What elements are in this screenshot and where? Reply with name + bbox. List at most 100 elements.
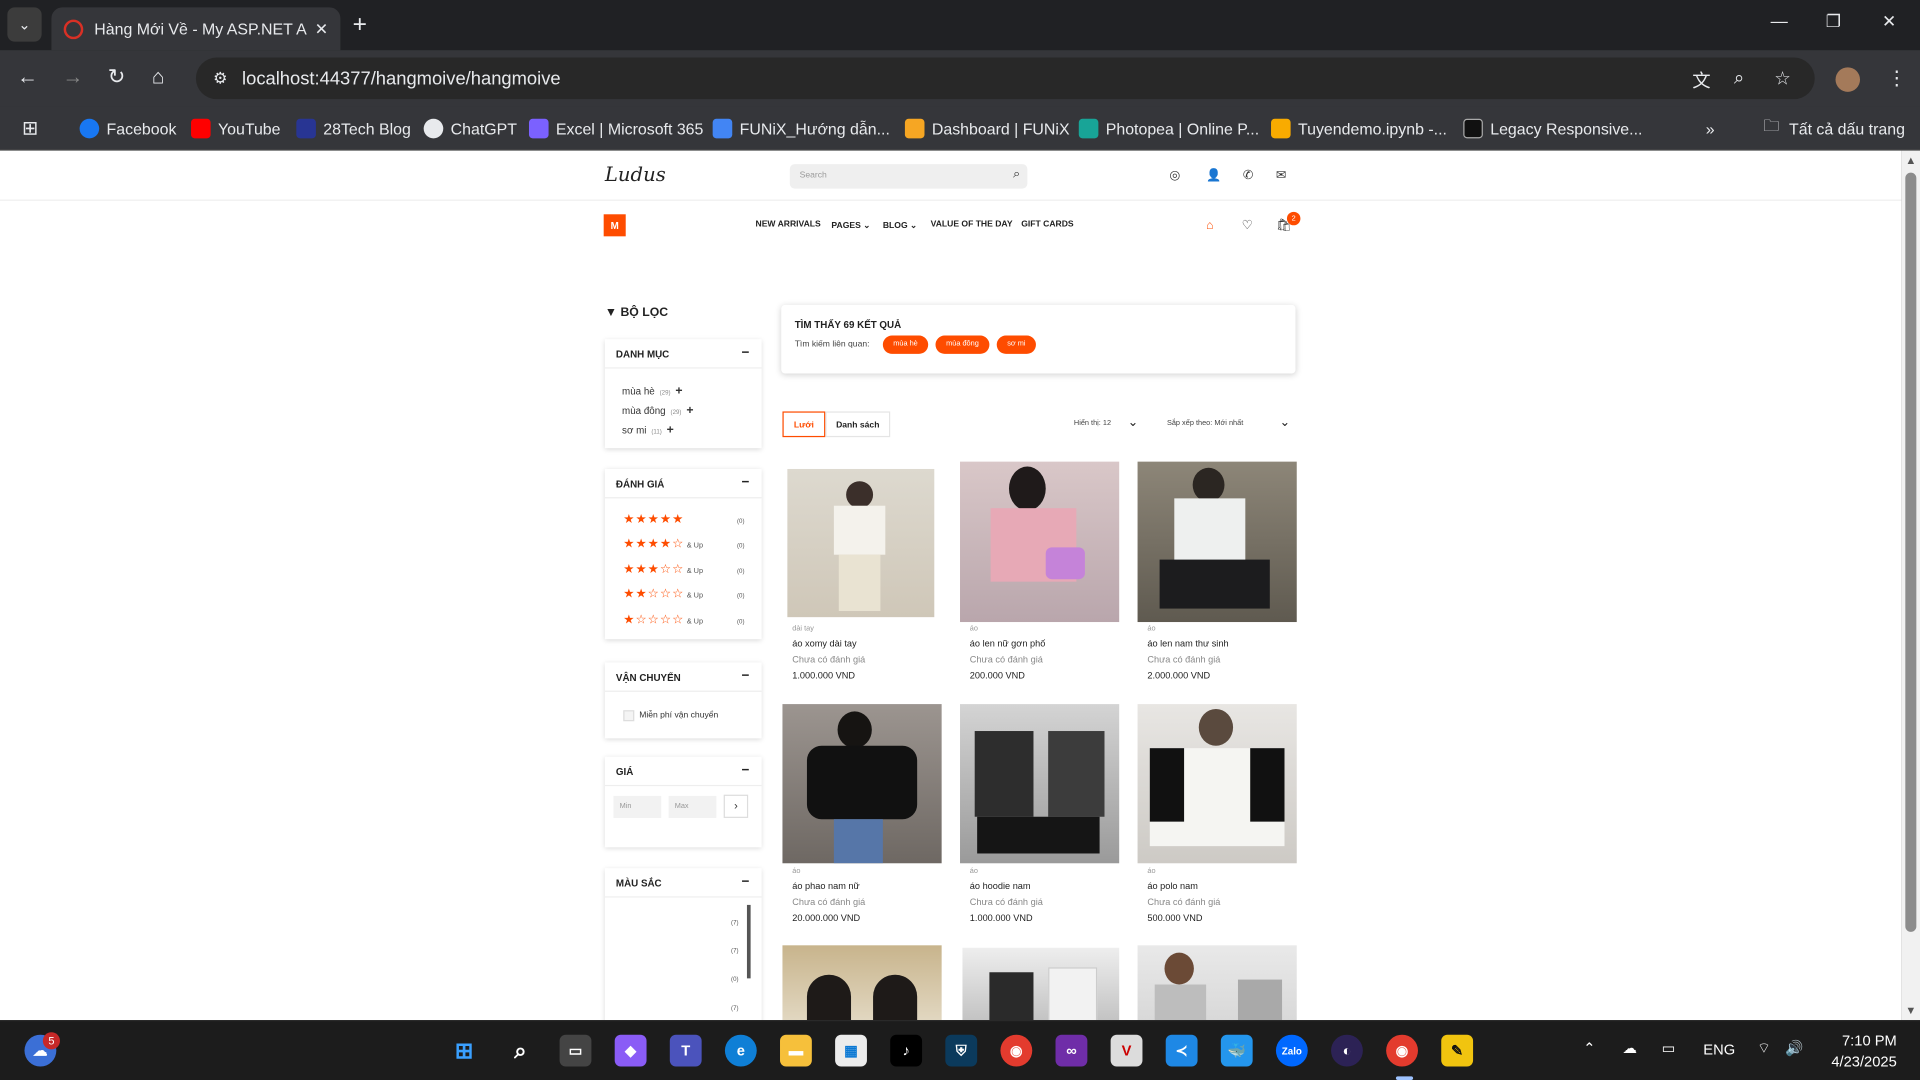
free-shipping-checkbox[interactable] bbox=[623, 710, 635, 722]
product-image[interactable] bbox=[1137, 704, 1297, 864]
zoom-icon[interactable]: ⌕ bbox=[1734, 67, 1744, 88]
expand-plus-icon[interactable]: + bbox=[686, 404, 693, 417]
edge-icon[interactable]: e bbox=[724, 1034, 757, 1067]
search-icon[interactable]: ⌕ bbox=[504, 1035, 536, 1067]
minimize-button[interactable]: — bbox=[1771, 11, 1788, 31]
wifi-icon[interactable]: ⌔ bbox=[1757, 1040, 1771, 1058]
product-name[interactable]: áo phao nam nữ bbox=[792, 880, 865, 891]
product-image[interactable] bbox=[960, 704, 1120, 864]
search-icon[interactable]: ⌕ bbox=[1013, 168, 1020, 181]
collapse-icon[interactable]: − bbox=[742, 475, 750, 490]
site-search-input[interactable]: Search ⌕ bbox=[789, 164, 1028, 189]
list-view-button[interactable]: Danh sách bbox=[825, 411, 891, 438]
related-tag[interactable]: sơ mi bbox=[996, 335, 1036, 354]
volume-icon[interactable]: 🔊 bbox=[1785, 1040, 1803, 1057]
site-logo[interactable]: Ludus bbox=[605, 163, 666, 186]
bookmark-colab[interactable]: Tuyendemo.ipynb -... bbox=[1271, 116, 1447, 140]
product-image[interactable] bbox=[962, 947, 1120, 1021]
category-item[interactable]: mùa hè (29) + bbox=[622, 384, 683, 397]
start-windows-icon[interactable]: ⊞ bbox=[448, 1035, 480, 1067]
page-scrollbar[interactable]: ▲ ▼ bbox=[1901, 150, 1920, 1021]
menu-value-of-the-day[interactable]: VALUE OF THE DAY bbox=[931, 220, 1013, 229]
rating-row[interactable]: ★★★★★ bbox=[623, 513, 686, 526]
bookmark-legacy[interactable]: Legacy Responsive... bbox=[1463, 116, 1642, 140]
chrome-profile-icon[interactable]: ◉ bbox=[1386, 1034, 1418, 1067]
scroll-up-icon[interactable]: ▲ bbox=[1905, 154, 1916, 166]
bookmark-28tech[interactable]: 28Tech Blog bbox=[296, 116, 411, 140]
mail-icon[interactable]: ✉ bbox=[1276, 169, 1286, 182]
product-image[interactable] bbox=[782, 704, 942, 864]
price-filter-header[interactable]: GIÁ − bbox=[604, 757, 762, 787]
sort-select[interactable]: Sắp xếp theo: Mới nhất bbox=[1167, 420, 1243, 427]
menu-blog[interactable]: BLOG ⌄ bbox=[883, 220, 917, 231]
bookmark-chatgpt[interactable]: ChatGPT bbox=[423, 116, 517, 140]
collapse-icon[interactable]: − bbox=[742, 669, 750, 684]
tray-overflow-icon[interactable]: ⌃ bbox=[1583, 1040, 1595, 1057]
category-item[interactable]: sơ mi (11) + bbox=[622, 424, 674, 437]
more-bookmarks-icon[interactable]: » bbox=[1706, 116, 1715, 140]
collapse-icon[interactable]: − bbox=[742, 345, 750, 360]
sticky-notes-icon[interactable]: ✎ bbox=[1441, 1034, 1474, 1067]
eclipse-icon[interactable]: ◐ bbox=[1331, 1034, 1363, 1067]
product-name[interactable]: áo len nữ gơn phố bbox=[970, 638, 1045, 649]
task-view-icon[interactable]: ▭ bbox=[559, 1034, 592, 1067]
copilot-icon[interactable]: ◆ bbox=[614, 1034, 647, 1067]
docker-icon[interactable]: 🐳 bbox=[1220, 1034, 1253, 1067]
scrollbar-thumb[interactable] bbox=[1905, 172, 1917, 932]
all-bookmarks-folder[interactable]: 🗀 Tất cả dấu trang bbox=[1763, 116, 1905, 140]
wishlist-heart-icon[interactable]: ♡ bbox=[1242, 219, 1253, 232]
price-max-input[interactable]: Max bbox=[668, 795, 717, 818]
collapse-icon[interactable]: − bbox=[742, 874, 750, 889]
chevron-down-icon[interactable]: ⌄ bbox=[1128, 416, 1138, 429]
category-item[interactable]: mùa đông (29) + bbox=[622, 404, 693, 417]
related-tag[interactable]: mùa đông bbox=[935, 335, 990, 354]
rating-row[interactable]: ★☆☆☆☆ & Up bbox=[623, 613, 703, 626]
account-icon[interactable]: 👤 bbox=[1206, 169, 1221, 182]
bookmark-excel[interactable]: Excel | Microsoft 365 bbox=[528, 116, 703, 140]
visual-studio-icon[interactable]: ∞ bbox=[1055, 1034, 1088, 1067]
product-image[interactable] bbox=[960, 461, 1120, 623]
product-name[interactable]: áo len nam thư sinh bbox=[1147, 638, 1228, 649]
expand-plus-icon[interactable]: + bbox=[675, 384, 682, 397]
language-indicator[interactable]: ENG bbox=[1703, 1041, 1735, 1058]
tab-search-button[interactable]: ⌄ bbox=[7, 7, 42, 42]
site-info-icon[interactable]: ⚙ bbox=[213, 69, 227, 89]
home-icon[interactable]: ⌂ bbox=[1206, 219, 1213, 232]
chevron-down-icon[interactable]: ⌄ bbox=[1280, 416, 1290, 429]
file-explorer-icon[interactable]: ▬ bbox=[780, 1034, 812, 1067]
active-tab[interactable]: Hàng Mới Về - My ASP.NET Ap ✕ bbox=[51, 7, 341, 51]
rating-row[interactable]: ★★★☆☆ & Up bbox=[623, 563, 703, 576]
system-clock[interactable]: 7:10 PM 4/23/2025 bbox=[1818, 1031, 1896, 1073]
display-icon[interactable]: ▭ bbox=[1662, 1040, 1676, 1057]
product-name[interactable]: áo polo nam bbox=[1147, 880, 1220, 891]
page-size-select[interactable]: Hiển thị: 12 bbox=[1074, 420, 1111, 427]
address-bar[interactable]: ⚙ localhost:44377/hangmoive/hangmoive 文 … bbox=[195, 57, 1815, 100]
vpn-shield-icon[interactable]: ⛨ bbox=[945, 1034, 978, 1067]
reload-button[interactable]: ↻ bbox=[108, 65, 125, 89]
forward-button[interactable]: → bbox=[62, 65, 83, 89]
color-filter-header[interactable]: MÀU SẮC − bbox=[604, 868, 762, 898]
expand-plus-icon[interactable]: + bbox=[667, 424, 674, 437]
product-name[interactable]: áo xomy dài tay bbox=[792, 638, 865, 649]
product-image[interactable] bbox=[787, 468, 935, 618]
rating-row[interactable]: ★★★★☆ & Up bbox=[623, 538, 703, 551]
microsoft-store-icon[interactable]: ▦ bbox=[835, 1034, 867, 1067]
shipping-filter-header[interactable]: VẬN CHUYỂN − bbox=[604, 662, 762, 692]
rating-filter-header[interactable]: ĐÁNH GIÁ − bbox=[604, 469, 762, 499]
price-min-input[interactable]: Min bbox=[613, 795, 662, 818]
browser-menu-icon[interactable]: ⋮ bbox=[1887, 66, 1907, 90]
menu-new-arrivals[interactable]: NEW ARRIVALS bbox=[756, 220, 821, 229]
tiktok-icon[interactable]: ♪ bbox=[890, 1034, 923, 1067]
network-disabled-icon[interactable]: ☁ bbox=[1622, 1040, 1637, 1057]
bookmark-photopea[interactable]: Photopea | Online P... bbox=[1078, 116, 1259, 140]
related-tag[interactable]: mùa hè bbox=[882, 335, 929, 354]
zalo-icon[interactable]: Zalo bbox=[1275, 1034, 1308, 1067]
teams-icon[interactable]: T bbox=[669, 1034, 702, 1067]
bookmark-star-icon[interactable]: ☆ bbox=[1774, 67, 1790, 90]
window-close-button[interactable]: ✕ bbox=[1882, 11, 1896, 32]
back-button[interactable]: ← bbox=[17, 65, 38, 89]
product-image[interactable] bbox=[1137, 945, 1297, 1021]
unikey-icon[interactable]: V bbox=[1110, 1034, 1143, 1067]
phone-icon[interactable]: ✆ bbox=[1243, 169, 1253, 182]
product-image[interactable] bbox=[1137, 461, 1297, 623]
